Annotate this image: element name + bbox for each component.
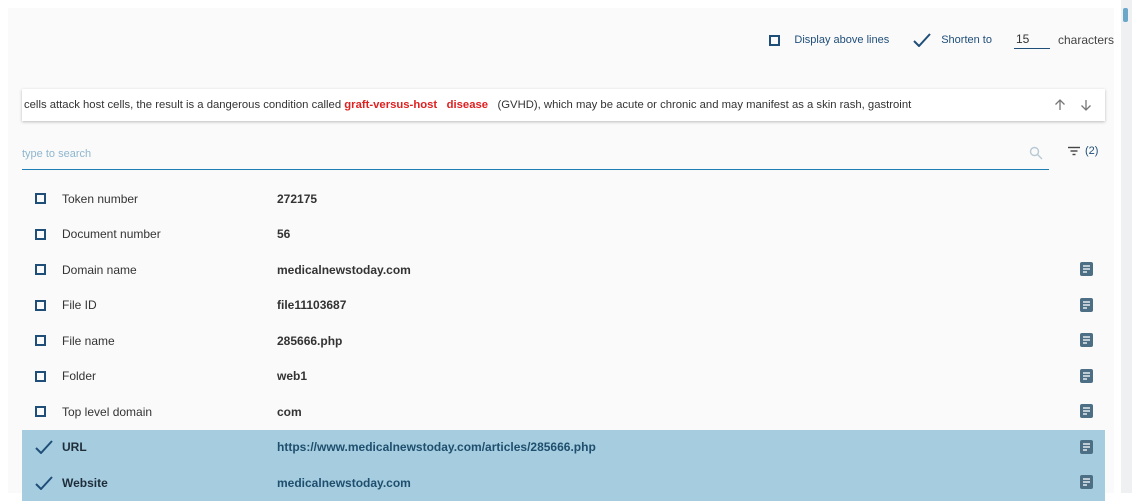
list-item[interactable]: Token number 272175 <box>22 181 1105 217</box>
shorten-to-option[interactable]: Shorten to <box>913 33 992 47</box>
list-item[interactable]: Top level domain com <box>22 394 1105 430</box>
scrollbar-thumb[interactable] <box>1123 8 1128 22</box>
list-item[interactable]: Domain name medicalnewstoday.com <box>22 252 1105 288</box>
row-checkbox[interactable] <box>35 370 53 382</box>
arrow-down-button[interactable] <box>1073 90 1099 120</box>
shorten-length-input[interactable] <box>1013 31 1050 49</box>
list-item[interactable]: Website medicalnewstoday.com <box>22 465 1105 501</box>
list-item[interactable]: File name 285666.php <box>22 323 1105 359</box>
list-item[interactable]: File ID file11103687 <box>22 288 1105 324</box>
left-context: cells attack host cells, the result is a… <box>24 99 345 111</box>
field-value: https://www.medicalnewstoday.com/article… <box>277 440 596 455</box>
characters-label: characters <box>1057 33 1114 47</box>
filter-icon <box>1068 146 1080 156</box>
metadata-list: Token number 272175 Document number 56 Domai… <box>22 181 1105 501</box>
document-icon[interactable] <box>1080 297 1093 312</box>
document-icon[interactable] <box>1080 404 1093 418</box>
field-name: Website <box>62 475 108 490</box>
field-name: Document number <box>62 227 161 242</box>
window-scrollbar[interactable] <box>1121 0 1132 493</box>
display-above-lines-label: Display above lines <box>794 34 890 46</box>
field-value: 272175 <box>277 191 318 206</box>
display-above-lines-checkbox[interactable] <box>769 34 781 46</box>
row-checkbox[interactable] <box>35 406 53 418</box>
filter-button[interactable]: (2) <box>1067 145 1098 157</box>
document-icon[interactable] <box>1080 333 1093 347</box>
field-value: 56 <box>277 227 291 242</box>
check-icon[interactable] <box>35 476 53 490</box>
row-checkbox[interactable] <box>35 264 53 276</box>
check-icon[interactable] <box>913 33 931 47</box>
search-input[interactable] <box>22 141 972 167</box>
field-name: Token number <box>62 191 139 206</box>
row-checkbox[interactable] <box>35 335 53 347</box>
list-item[interactable]: URL https://www.medicalnewstoday.com/arti… <box>22 429 1105 465</box>
arrow-down-icon <box>1081 100 1091 111</box>
filter-count: (2) <box>1085 145 1099 157</box>
shorten-to-label: Shorten to <box>941 34 992 46</box>
concordance-text: cells attack host cells, the result is a… <box>22 99 1047 111</box>
document-icon[interactable] <box>1080 439 1093 454</box>
row-checkbox[interactable] <box>35 299 53 311</box>
search-bar <box>22 141 1049 170</box>
keyword-highlight: graft-versus-host <box>344 99 438 111</box>
document-icon[interactable] <box>1080 475 1093 489</box>
field-name: Top level domain <box>62 404 153 419</box>
field-value: medicalnewstoday.com <box>277 262 411 277</box>
field-name: Folder <box>62 369 97 384</box>
row-checkbox[interactable] <box>35 193 53 205</box>
display-above-lines-option[interactable]: Display above lines <box>769 34 889 46</box>
check-icon[interactable] <box>35 440 53 455</box>
keyword-highlight: disease <box>446 99 489 111</box>
row-checkbox[interactable] <box>35 228 53 240</box>
field-value: file11103687 <box>277 298 347 313</box>
list-item[interactable]: Document number 56 <box>22 217 1105 253</box>
field-name: File name <box>62 333 115 348</box>
concordance-line: cells attack host cells, the result is a… <box>22 89 1105 121</box>
list-item[interactable]: Folder web1 <box>22 359 1105 395</box>
field-name: URL <box>62 440 87 455</box>
field-value: com <box>277 404 302 419</box>
right-context: (GVHD), which may be acute or chronic an… <box>494 99 912 111</box>
display-options: Display above lines Shorten to character… <box>769 30 1114 50</box>
arrow-up-icon <box>1055 99 1065 110</box>
document-icon[interactable] <box>1080 368 1093 383</box>
document-icon[interactable] <box>1080 262 1093 276</box>
field-value: web1 <box>277 369 308 384</box>
field-name: File ID <box>62 298 97 313</box>
field-name: Domain name <box>62 262 137 277</box>
search-icon[interactable] <box>1029 146 1043 160</box>
field-value: medicalnewstoday.com <box>277 475 411 490</box>
arrow-up-button[interactable] <box>1047 90 1073 120</box>
field-value: 285666.php <box>277 333 343 348</box>
